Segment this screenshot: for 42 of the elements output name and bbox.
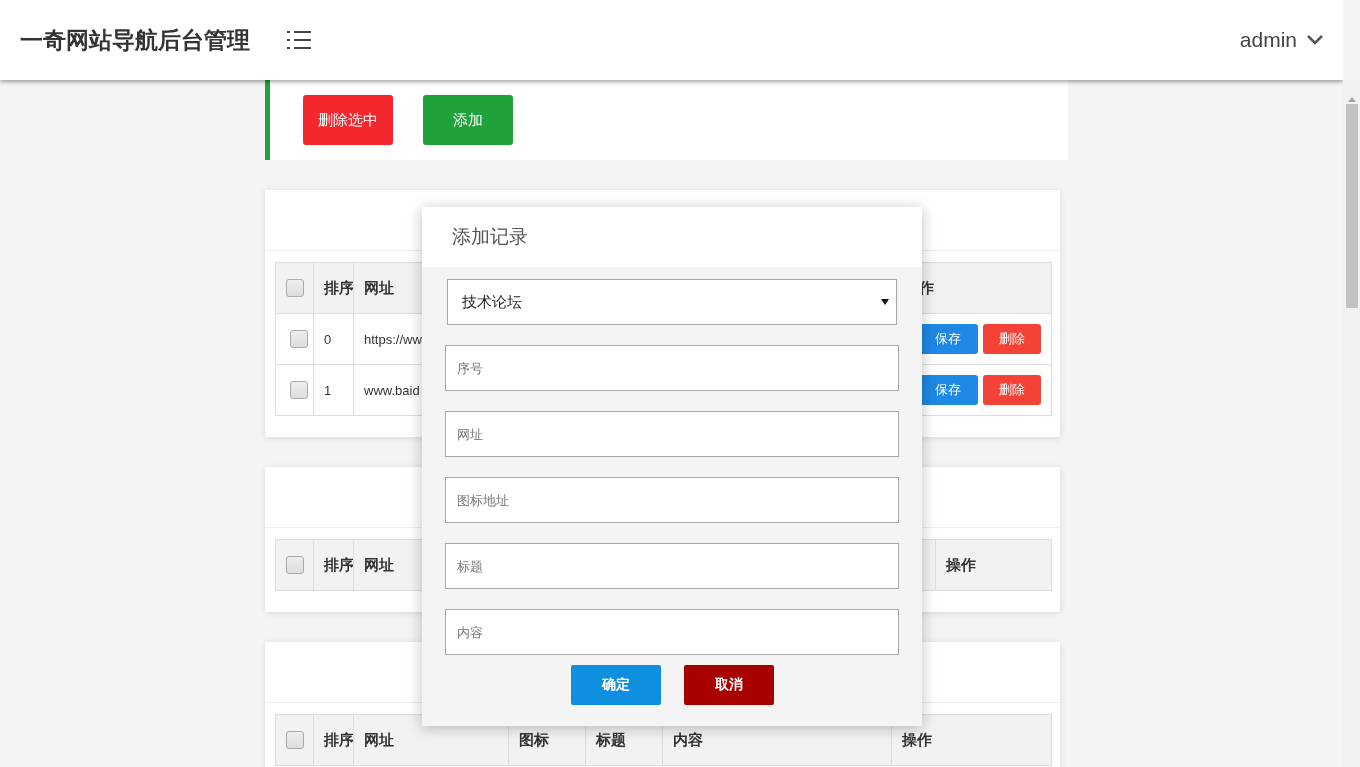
category-select[interactable]: 技术论坛 bbox=[447, 279, 897, 325]
column-header: 操作 bbox=[946, 555, 976, 575]
dialog-title: 添加记录 bbox=[422, 207, 922, 267]
checkbox[interactable] bbox=[286, 556, 304, 574]
input-field[interactable]: 标题 bbox=[445, 543, 899, 589]
table-cell: 1 bbox=[324, 382, 332, 398]
column-header: 排序 bbox=[324, 555, 353, 575]
column-header: 内容 bbox=[673, 730, 703, 750]
input-field[interactable]: 图标地址 bbox=[445, 477, 899, 523]
column-header: 网址 bbox=[364, 730, 394, 750]
add-button[interactable]: 添加 bbox=[423, 95, 513, 145]
confirm-button[interactable]: 确定 bbox=[570, 665, 661, 705]
checkbox[interactable] bbox=[290, 381, 308, 399]
app-title: 一奇网站导航后台管理 bbox=[20, 25, 250, 55]
table-cell: https://ww bbox=[364, 331, 422, 347]
column-header: 标题 bbox=[596, 730, 626, 750]
delete-selected-button[interactable]: 删除选中 bbox=[303, 95, 393, 145]
input-field[interactable]: 网址 bbox=[445, 411, 899, 457]
checkbox[interactable] bbox=[286, 731, 304, 749]
dropdown-arrow-icon bbox=[881, 299, 889, 305]
table-cell: www.baid bbox=[364, 382, 420, 398]
checkbox[interactable] bbox=[290, 330, 308, 348]
table-cell: 0 bbox=[324, 331, 332, 347]
column-header: 网址 bbox=[364, 555, 394, 575]
cancel-button[interactable]: 取消 bbox=[683, 665, 774, 705]
menu-icon[interactable] bbox=[286, 29, 312, 51]
column-header: 排序 bbox=[324, 730, 353, 750]
column-header: 图标 bbox=[519, 730, 549, 750]
delete-button[interactable]: 删除 bbox=[982, 324, 1041, 354]
scroll-up-icon bbox=[1347, 96, 1356, 102]
save-button[interactable]: 保存 bbox=[919, 375, 978, 405]
input-field[interactable]: 内容 bbox=[445, 609, 899, 655]
save-button[interactable]: 保存 bbox=[919, 324, 978, 354]
checkbox[interactable] bbox=[286, 279, 304, 297]
column-header: 操作 bbox=[902, 730, 932, 750]
user-menu[interactable]: admin bbox=[1239, 28, 1323, 52]
input-field[interactable]: 序号 bbox=[445, 345, 899, 391]
scrollbar-thumb[interactable] bbox=[1345, 104, 1358, 308]
column-header: 网址 bbox=[364, 278, 394, 298]
column-header: 排序 bbox=[324, 278, 353, 298]
delete-button[interactable]: 删除 bbox=[982, 375, 1041, 405]
chevron-down-icon bbox=[1307, 35, 1323, 45]
